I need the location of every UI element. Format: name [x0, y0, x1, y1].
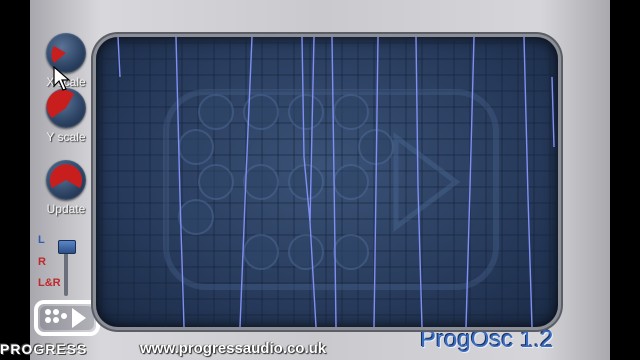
y-scale-knob[interactable]	[46, 88, 86, 128]
update-control[interactable]: Update	[42, 160, 90, 216]
channel-option-l[interactable]: L	[38, 234, 45, 246]
watermark-dot	[198, 94, 234, 130]
waveform-trace	[551, 76, 555, 148]
knob-fill	[46, 89, 74, 118]
watermark-dot	[333, 234, 369, 270]
watermark-dot	[178, 129, 214, 165]
watermark-dot	[198, 164, 234, 200]
scope-grid	[96, 37, 558, 327]
y-scale-label: Y scale	[46, 130, 86, 144]
watermark-dot	[288, 94, 324, 130]
watermark-dot	[178, 199, 214, 235]
website-link[interactable]: www.progressaudio.co.uk	[140, 340, 326, 357]
slider-icon[interactable]	[58, 240, 76, 254]
mouse-cursor-icon	[53, 66, 71, 91]
knob-fill	[50, 164, 82, 188]
channel-slider[interactable]	[58, 240, 76, 296]
watermark-dot	[333, 94, 369, 130]
watermark-dot	[243, 164, 279, 200]
update-label: Update	[46, 202, 86, 216]
channel-option-r[interactable]: R	[38, 256, 46, 268]
plugin-window: X scale Y scale Update L R L&R PROGRESS …	[0, 0, 640, 360]
watermark-dot	[243, 234, 279, 270]
knob-icon	[50, 164, 82, 188]
watermark-dot	[333, 164, 369, 200]
scope-display	[96, 37, 558, 327]
product-title: ProgOsc 1.2	[420, 326, 554, 353]
watermark-dot	[288, 234, 324, 270]
update-knob[interactable]	[46, 160, 86, 200]
knob-fill	[51, 46, 66, 63]
progress-logo-icon	[34, 300, 100, 336]
watermark-arrow	[393, 132, 461, 232]
brand-name: PROGRESS	[0, 341, 88, 357]
y-scale-control[interactable]: Y scale	[42, 88, 90, 144]
knob-icon	[46, 89, 74, 118]
